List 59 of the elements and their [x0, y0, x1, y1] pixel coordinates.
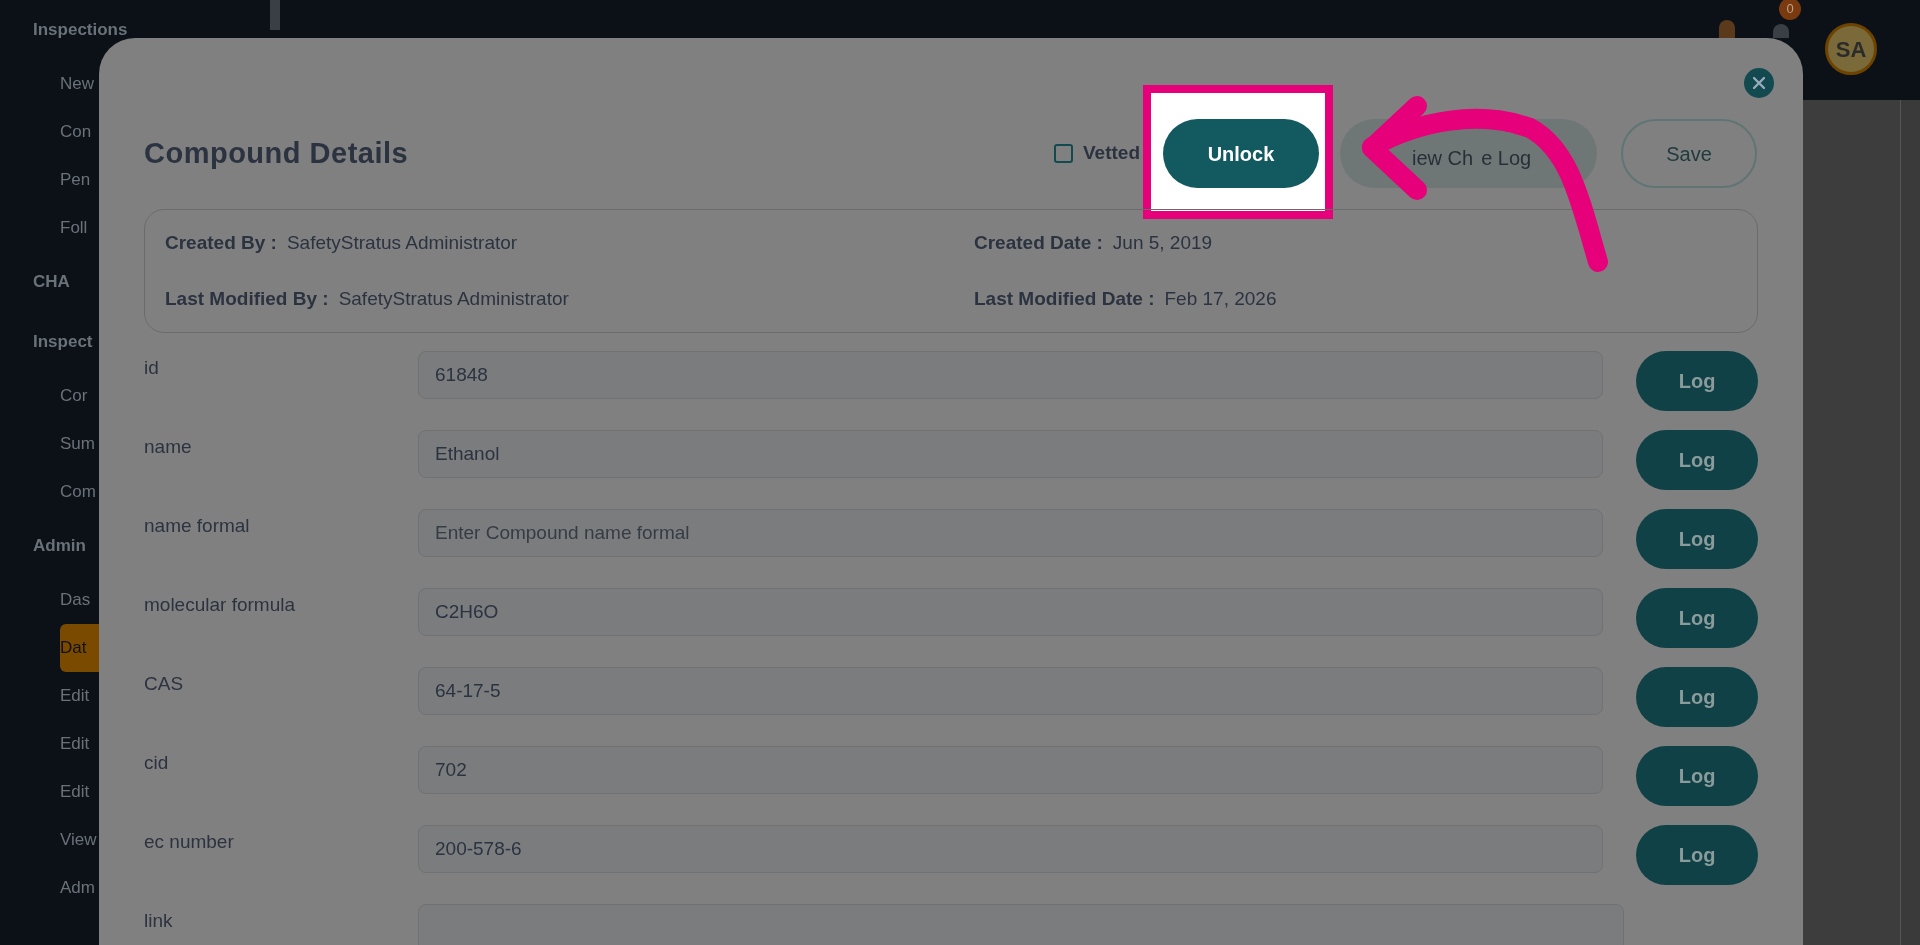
- log-button[interactable]: Log: [1636, 509, 1758, 569]
- vetted-label: Vetted: [1082, 141, 1140, 166]
- sidebar-heading: CHA: [33, 271, 70, 294]
- input-field[interactable]: 200-578-6: [418, 825, 1604, 873]
- log-button[interactable]: Log: [1636, 430, 1758, 490]
- sidebar-item[interactable]: New: [60, 60, 99, 108]
- sidebar-heading: Admin: [33, 535, 86, 558]
- info-label: Last Modified By :: [165, 287, 329, 311]
- notification-badge: 0: [1779, 0, 1801, 20]
- info-value: Jun 5, 2019: [1112, 230, 1213, 255]
- sidebar-item[interactable]: Edit: [60, 720, 99, 768]
- sidebar-item[interactable]: Adm: [60, 864, 99, 912]
- sidebar-item[interactable]: Sum: [60, 420, 99, 468]
- sidebar-heading: Inspect: [33, 331, 93, 354]
- field-label: name formal: [144, 514, 251, 538]
- sidebar-heading: Inspections: [33, 19, 128, 42]
- input-field[interactable]: 702: [418, 746, 1604, 794]
- scrollbar-thumb[interactable]: [270, 0, 280, 30]
- info-label: Created Date :: [974, 230, 1103, 255]
- sidebar-item[interactable]: Cor: [60, 372, 99, 420]
- input-field[interactable]: 61848: [418, 351, 1604, 399]
- log-button[interactable]: Log: [1636, 825, 1758, 885]
- modal-title: Compound Details: [144, 135, 409, 171]
- field-label: CAS: [144, 672, 185, 696]
- field-label: id: [144, 356, 160, 380]
- avatar[interactable]: SA: [1825, 23, 1877, 75]
- sidebar-item[interactable]: View: [60, 816, 99, 864]
- input-field[interactable]: Enter Compound name formal: [418, 509, 1604, 557]
- log-button[interactable]: Log: [1636, 667, 1758, 727]
- log-button[interactable]: Log: [1636, 588, 1758, 648]
- info-value: Feb 17, 2026: [1164, 287, 1277, 311]
- log-button[interactable]: Log: [1636, 351, 1758, 411]
- info-label: Last Modified Date :: [974, 287, 1155, 311]
- log-button[interactable]: Log: [1636, 746, 1758, 806]
- close-button[interactable]: [1744, 68, 1774, 98]
- field-label: name: [144, 435, 193, 459]
- sidebar-item[interactable]: Edit: [60, 768, 99, 816]
- unlock-button[interactable]: Unlock: [1163, 119, 1319, 188]
- field-label: ec number: [144, 830, 235, 854]
- sidebar-item[interactable]: Com: [60, 468, 99, 516]
- sidebar-item[interactable]: Pen: [60, 156, 99, 204]
- input-field[interactable]: Ethanol: [418, 430, 1604, 478]
- save-button[interactable]: Save: [1621, 119, 1757, 188]
- field-label: cid: [144, 751, 170, 775]
- sidebar-item[interactable]: Con: [60, 108, 99, 156]
- field-label: link: [144, 909, 174, 933]
- close-icon: [1753, 77, 1765, 89]
- input-field[interactable]: 64-17-5: [418, 667, 1604, 715]
- field-label: molecular formula: [144, 593, 296, 617]
- page-scrollbar[interactable]: [1900, 100, 1920, 945]
- info-value: SafetyStratus Administrator: [338, 287, 569, 311]
- sidebar-item[interactable]: Foll: [60, 204, 99, 252]
- info-label: Created By :: [165, 230, 277, 255]
- sidebar-item[interactable]: Dat: [60, 624, 99, 672]
- info-value: SafetyStratus Administrator: [286, 230, 518, 255]
- sidebar-item[interactable]: Das: [60, 576, 99, 624]
- input-field[interactable]: C2H6O: [418, 588, 1604, 636]
- sidebar-item[interactable]: Edit: [60, 672, 99, 720]
- vetted-checkbox[interactable]: [1053, 144, 1073, 163]
